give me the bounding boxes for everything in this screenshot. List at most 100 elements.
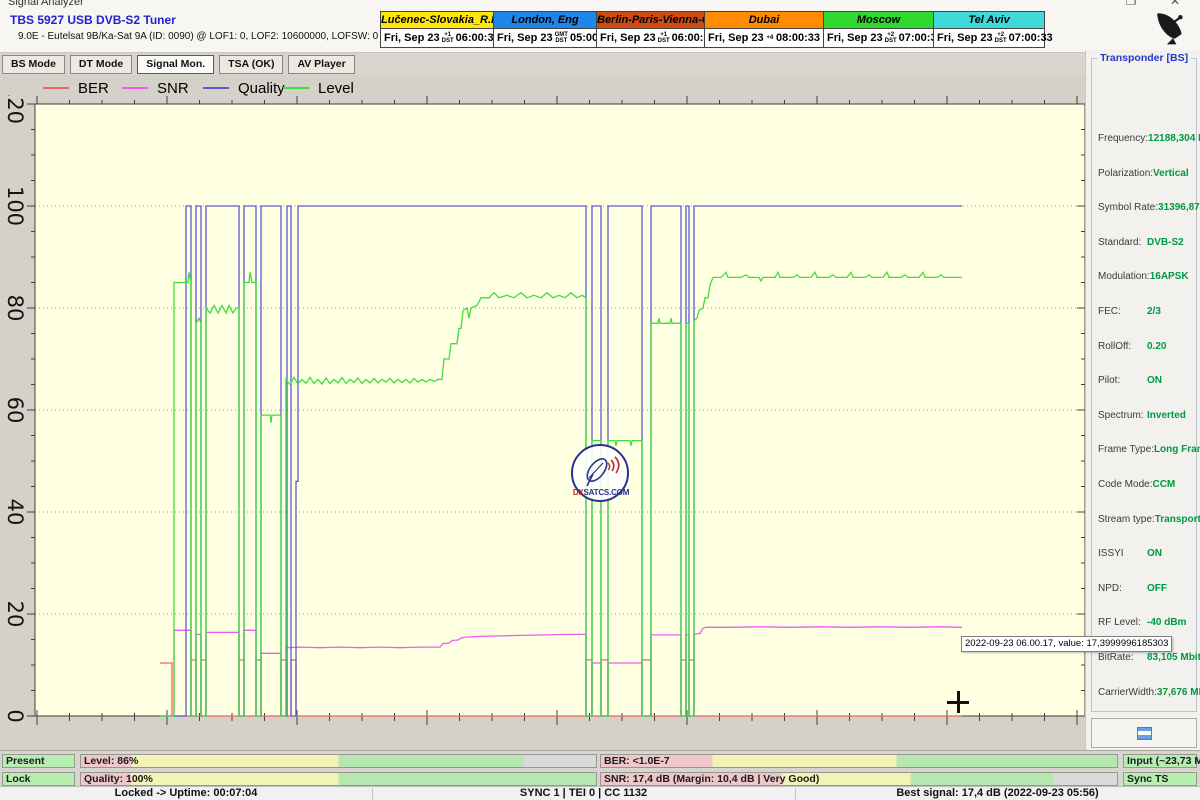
row-value: 0.20 <box>1147 341 1194 352</box>
clock-time: Fri, Sep 23+2DST07:00:33 <box>934 29 1044 47</box>
row-label: Standard: <box>1098 237 1141 248</box>
close-window-icon[interactable]: ✕ <box>1166 0 1184 8</box>
row-value: -40 dBm <box>1147 617 1194 628</box>
status-bars-footer: Present Level: 86% BER: <1.0E-7 Input (~23,… <box>0 750 1200 787</box>
bar-level: Level: 86% <box>80 754 597 768</box>
chart-tooltip: 2022-09-23 06.00.17, value: 17,399999618… <box>961 636 1172 652</box>
legend-label: BER <box>78 80 109 97</box>
transponder-row-modulation: Modulation:16APSK <box>1098 271 1194 282</box>
watermark-text: DXSATCS.COM <box>565 488 637 497</box>
row-label: NPD: <box>1098 583 1122 594</box>
row-value: ON <box>1147 375 1194 386</box>
signal-analyzer-window: Signal Analyzer ❐ ✕ TBS 5927 USB DVB-S2 … <box>0 0 1200 800</box>
transponder-row-npd: NPD:OFF <box>1098 583 1194 594</box>
tab-signal-mon[interactable]: Signal Mon. <box>137 55 214 74</box>
clock-time: Fri, Sep 23+2DST07:00:33 <box>824 29 933 47</box>
tab-dt-mode[interactable]: DT Mode <box>70 55 132 74</box>
legend-item-ber: BER <box>43 80 109 96</box>
y-tick-labels: 020406080100120 <box>3 95 27 723</box>
tuner-details: 9.0E - Eutelsat 9B/Ka-Sat 9A (ID: 0090) … <box>18 31 378 42</box>
row-label: Frame Type: <box>1098 444 1154 455</box>
row-value: ON <box>1147 548 1194 559</box>
dxsatcs-watermark: DXSATCS.COM <box>571 444 629 502</box>
clock-city: Tel Aviv <box>934 12 1044 29</box>
row-label: FEC: <box>1098 306 1121 317</box>
row-label: Polarization: <box>1098 168 1153 179</box>
clock-time: Fri, Sep 23+408:00:33 <box>705 29 823 47</box>
row-label: BitRate: <box>1098 652 1134 663</box>
row-value: CCM <box>1152 479 1194 490</box>
clock-city: Moscow <box>824 12 933 29</box>
clock-city: Dubai <box>705 12 823 29</box>
transponder-row-frequency: Frequency:12188,304 MHz <box>1098 133 1194 144</box>
legend-swatch <box>43 87 69 89</box>
bar-label: Level: 86% <box>84 755 138 768</box>
row-label: ISSYI <box>1098 548 1124 559</box>
world-clocks: Lučenec-Slovakia_R.DávidFri, Sep 23+1DST… <box>381 11 1045 48</box>
transponder-row-issyi: ISSYI ON <box>1098 548 1194 559</box>
legend-item-snr: SNR <box>122 80 189 96</box>
transponder-row-rf-level: RF Level:-40 dBm <box>1098 617 1194 628</box>
clock-3: Berlin-Paris-Vienna-CairoFri, Sep 23+1DS… <box>596 11 705 48</box>
crosshair-cursor <box>947 691 969 713</box>
clock-city: London, Eng <box>494 12 596 29</box>
row-value: 12188,304 MHz <box>1148 133 1195 144</box>
legend-swatch <box>122 87 148 89</box>
restore-window-icon[interactable]: ❐ <box>1122 0 1140 8</box>
bar-label: Sync TS <box>1127 773 1168 786</box>
row-label: Symbol Rate: <box>1098 202 1158 213</box>
svg-text:60: 60 <box>3 397 27 424</box>
transponder-row-standard: Standard: DVB-S2 <box>1098 237 1194 248</box>
transponder-row-spectrum: Spectrum:Inverted <box>1098 410 1194 421</box>
legend-label: Quality <box>238 80 285 97</box>
statusbar: Locked -> Uptime: 00:07:04 SYNC 1 | TEI … <box>0 786 1200 800</box>
svg-text:40: 40 <box>3 499 27 526</box>
statusbar-lock-uptime: Locked -> Uptime: 00:07:04 <box>0 787 372 800</box>
signal-chart-panel: BERSNRQualityLevel 020406080100120 DXSAT… <box>0 75 1085 750</box>
transponder-groupbox: Transponder [BS] Frequency:12188,304 MHz… <box>1091 58 1197 712</box>
row-label: Pilot: <box>1098 375 1120 386</box>
row-value: 83,105 Mbit/s <box>1147 652 1194 663</box>
bar-label: Quality: 100% <box>84 773 153 786</box>
row-value: 16APSK <box>1150 271 1194 282</box>
transponder-row-carrierwidth: CarrierWidth:37,676 MHz <box>1098 687 1194 698</box>
groupbox-title: Transponder [BS] <box>1097 52 1191 64</box>
bar-quality: Quality: 100% <box>80 772 597 786</box>
statusbar-best-signal: Best signal: 17,4 dB (2022-09-23 05:56) <box>795 787 1200 800</box>
row-label: Stream type: <box>1098 514 1155 525</box>
legend-swatch <box>283 87 309 89</box>
bar-lock: Lock <box>2 772 75 786</box>
row-value: 2/3 <box>1147 306 1194 317</box>
row-value: DVB-S2 <box>1147 237 1194 248</box>
clock-time: Fri, Sep 23GMTDST05:00:33 <box>494 29 596 47</box>
transponder-row-polarization: Polarization:Vertical <box>1098 168 1194 179</box>
bar-ber: BER: <1.0E-7 <box>600 754 1118 768</box>
svg-text:20: 20 <box>3 601 27 628</box>
clock-5: MoscowFri, Sep 23+2DST07:00:33 <box>823 11 934 48</box>
clock-city: Berlin-Paris-Vienna-Cairo <box>597 12 704 29</box>
tab-bs-mode[interactable]: BS Mode <box>2 55 65 74</box>
header-band: Signal Analyzer ❐ ✕ TBS 5927 USB DVB-S2 … <box>0 0 1200 53</box>
panel-toggle-button[interactable] <box>1091 718 1197 748</box>
legend-swatch <box>203 87 229 89</box>
row-value: 31396,877 KS/s <box>1158 202 1200 213</box>
bar-label: Lock <box>6 773 31 786</box>
transponder-row-rolloff: RollOff:0.20 <box>1098 341 1194 352</box>
clock-2: London, EngFri, Sep 23GMTDST05:00:33 <box>493 11 597 48</box>
bar-input: Input (~23,73 Mbps) <box>1123 754 1197 768</box>
bar-label: SNR: 17,4 dB (Margin: 10,4 dB | Very Goo… <box>604 773 819 786</box>
tab-tsa-ok[interactable]: TSA (OK) <box>219 55 283 74</box>
bar-label: Present <box>6 755 45 768</box>
window-title: Signal Analyzer <box>8 0 84 8</box>
signal-history-chart[interactable]: 020406080100120 <box>0 95 1085 750</box>
bar-label: Input (~23,73 Mbps) <box>1127 755 1200 768</box>
row-label: CarrierWidth: <box>1098 687 1157 698</box>
clock-6: Tel AvivFri, Sep 23+2DST07:00:33 <box>933 11 1045 48</box>
clock-time: Fri, Sep 23+1DST06:00:33 <box>381 29 493 47</box>
statusbar-sync-counters: SYNC 1 | TEI 0 | CC 1132 <box>372 787 795 800</box>
bar-present: Present <box>2 754 75 768</box>
row-label: Modulation: <box>1098 271 1150 282</box>
tab-av-player[interactable]: AV Player <box>288 55 354 74</box>
bar-label: BER: <1.0E-7 <box>604 755 670 768</box>
clock-4: DubaiFri, Sep 23+408:00:33 <box>704 11 824 48</box>
